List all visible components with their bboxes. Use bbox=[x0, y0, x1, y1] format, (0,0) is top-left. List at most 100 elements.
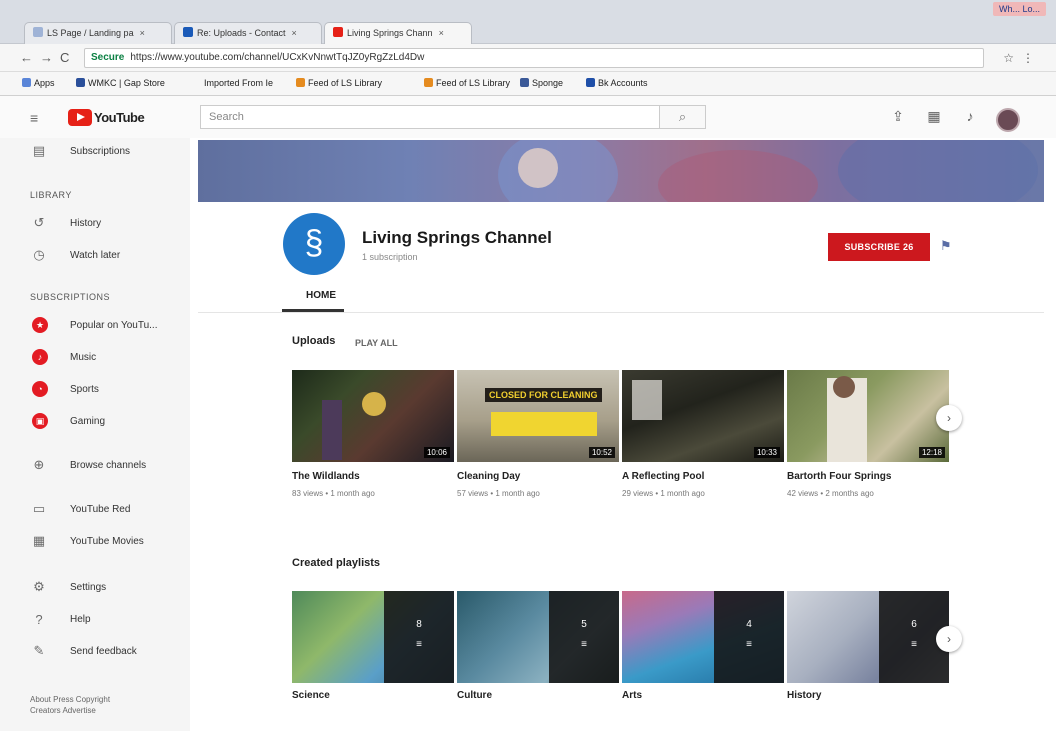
playlist-thumbnail[interactable]: 8 ≡ bbox=[292, 591, 454, 683]
close-icon[interactable]: × bbox=[439, 28, 444, 38]
bookmark-item[interactable]: Bk Accounts bbox=[586, 78, 648, 88]
sidebar-item-browse-channels[interactable]: ⊕ Browse channels bbox=[0, 452, 190, 478]
bookmark-label: Sponge bbox=[532, 78, 564, 88]
sidebar-item-label: Help bbox=[70, 613, 91, 625]
forward-icon[interactable]: → bbox=[40, 50, 53, 65]
video-thumbnail[interactable]: 10:33 bbox=[622, 370, 784, 462]
account-avatar[interactable] bbox=[996, 108, 1020, 132]
bookmark-item[interactable]: Feed of LS Library bbox=[424, 78, 510, 88]
hamburger-menu-icon[interactable]: ≡ bbox=[30, 110, 38, 126]
bell-icon[interactable]: ♪ bbox=[952, 108, 988, 124]
close-icon[interactable]: × bbox=[292, 28, 297, 38]
bookmark-label: Bk Accounts bbox=[598, 78, 648, 88]
bookmark-apps[interactable]: Apps bbox=[22, 78, 55, 88]
thumb-figure bbox=[322, 400, 342, 460]
sidebar-item-help[interactable]: ? Help bbox=[0, 606, 190, 632]
sidebar-item-label: Subscriptions bbox=[70, 145, 131, 157]
clock-icon: ◷ bbox=[33, 247, 45, 262]
reload-icon[interactable]: C bbox=[60, 50, 69, 65]
channel-avatar[interactable]: § bbox=[283, 213, 345, 275]
video-title[interactable]: A Reflecting Pool bbox=[622, 471, 704, 482]
sidebar-item-gaming[interactable]: ▣ Gaming bbox=[0, 408, 190, 434]
video-title[interactable]: The Wildlands bbox=[292, 471, 360, 482]
playlist-title[interactable]: Arts bbox=[622, 690, 642, 701]
bookmark-item[interactable]: Feed of LS Library bbox=[296, 78, 382, 88]
uploads-next-button[interactable]: › bbox=[936, 405, 962, 431]
bookmark-item[interactable]: Imported From Ie bbox=[204, 78, 273, 88]
search-button[interactable]: ⌕ bbox=[660, 105, 706, 129]
page-icon bbox=[33, 27, 43, 37]
video-duration: 10:33 bbox=[753, 447, 780, 458]
video-title[interactable]: Cleaning Day bbox=[457, 471, 520, 482]
banner-shape bbox=[498, 140, 618, 202]
video-meta: 42 views • 2 months ago bbox=[787, 489, 874, 498]
video-duration: 12:18 bbox=[918, 447, 945, 458]
back-icon[interactable]: ← bbox=[20, 50, 33, 65]
sidebar-item-settings[interactable]: ⚙ Settings bbox=[0, 574, 190, 600]
bookmark-item[interactable]: WMKC | Gap Store bbox=[76, 78, 165, 88]
youtube-logo[interactable]: YouTube bbox=[68, 108, 145, 126]
sidebar-item-history[interactable]: ↺ History bbox=[0, 210, 190, 236]
browser-tab[interactable]: Re: Uploads - Contact × bbox=[174, 22, 322, 44]
youtube-masthead: ≡ YouTube Search ⌕ ⇪ ▦ ♪ bbox=[0, 96, 1056, 138]
video-title[interactable]: Bartorth Four Springs bbox=[787, 471, 891, 482]
url-field[interactable]: Secure https://www.youtube.com/channel/UC… bbox=[84, 48, 984, 68]
playlist-title[interactable]: Science bbox=[292, 690, 330, 701]
play-all-button[interactable]: PLAY ALL bbox=[355, 338, 398, 348]
flag-icon[interactable]: ⚑ bbox=[940, 238, 952, 254]
bookmark-icon bbox=[520, 78, 529, 87]
video-thumbnail[interactable]: 12:18 bbox=[787, 370, 949, 462]
music-channel-icon: ♪ bbox=[32, 349, 48, 365]
video-thumbnail[interactable]: 10:06 bbox=[292, 370, 454, 462]
close-icon[interactable]: × bbox=[140, 28, 145, 38]
masthead-actions: ⇪ ▦ ♪ bbox=[880, 108, 988, 125]
playlist-count: 8 bbox=[416, 619, 422, 630]
sidebar-item-popular[interactable]: ★ Popular on YouTu... bbox=[0, 312, 190, 338]
apps-grid-icon[interactable]: ▦ bbox=[916, 108, 952, 125]
video-thumbnail[interactable]: CLOSED FOR CLEANING 10:52 bbox=[457, 370, 619, 462]
uploads-heading[interactable]: Uploads bbox=[292, 335, 335, 347]
playlist-title[interactable]: History bbox=[787, 690, 821, 701]
upload-icon[interactable]: ⇪ bbox=[880, 108, 916, 125]
playlist-title[interactable]: Culture bbox=[457, 690, 492, 701]
tab-home[interactable]: HOME bbox=[306, 290, 336, 301]
profile-badge[interactable]: Wh... Lo... bbox=[992, 2, 1046, 16]
playlist-thumbnail[interactable]: 6 ≡ bbox=[787, 591, 949, 683]
sidebar-item-sports[interactable]: ◔ Sports bbox=[0, 376, 190, 402]
search-input[interactable]: Search bbox=[200, 105, 660, 129]
tab-label: Re: Uploads - Contact bbox=[197, 28, 286, 38]
gaming-channel-icon: ▣ bbox=[32, 413, 48, 429]
bookmark-item[interactable]: Sponge bbox=[520, 78, 563, 88]
thumb-figure bbox=[632, 380, 662, 420]
banner-shape bbox=[518, 148, 558, 188]
sports-channel-icon: ◔ bbox=[32, 381, 48, 397]
sidebar-item-label: Send feedback bbox=[70, 645, 137, 657]
playlist-count: 4 bbox=[746, 619, 752, 630]
subscribe-button[interactable]: SUBSCRIBE 26 bbox=[828, 233, 930, 261]
sidebar-item-label: Gaming bbox=[70, 415, 106, 427]
playlist-thumbnail[interactable]: 5 ≡ bbox=[457, 591, 619, 683]
sidebar-item-youtube-red[interactable]: ▭ YouTube Red bbox=[0, 496, 190, 522]
chevron-right-icon: › bbox=[947, 411, 951, 425]
library-heading: LIBRARY bbox=[30, 190, 72, 200]
thumb-figure bbox=[362, 392, 386, 416]
star-icon[interactable]: ☆ bbox=[1003, 51, 1022, 65]
browser-actions: ☆⋮ bbox=[1003, 51, 1042, 65]
bookmark-icon bbox=[296, 78, 305, 87]
playlists-heading[interactable]: Created playlists bbox=[292, 557, 380, 569]
sidebar-item-send-feedback[interactable]: ✎ Send feedback bbox=[0, 638, 190, 664]
sidebar-item-music[interactable]: ♪ Music bbox=[0, 344, 190, 370]
footer-links[interactable]: About Press Copyright bbox=[30, 694, 110, 705]
channel-name: Living Springs Channel bbox=[362, 228, 552, 247]
browser-tab-active[interactable]: Living Springs Chann × bbox=[324, 22, 472, 44]
video-meta: 83 views • 1 month ago bbox=[292, 489, 375, 498]
footer-links[interactable]: Creators Advertise bbox=[30, 705, 110, 716]
menu-icon[interactable]: ⋮ bbox=[1022, 51, 1042, 65]
browser-tab[interactable]: LS Page / Landing pa × bbox=[24, 22, 172, 44]
playlists-next-button[interactable]: › bbox=[936, 626, 962, 652]
sidebar-item-subscriptions[interactable]: ▤ Subscriptions bbox=[0, 138, 190, 164]
sidebar-item-youtube-movies[interactable]: ▦ YouTube Movies bbox=[0, 528, 190, 554]
sidebar-item-watch-later[interactable]: ◷ Watch later bbox=[0, 242, 190, 268]
playlist-count-overlay: 8 ≡ bbox=[384, 591, 454, 683]
playlist-thumbnail[interactable]: 4 ≡ bbox=[622, 591, 784, 683]
